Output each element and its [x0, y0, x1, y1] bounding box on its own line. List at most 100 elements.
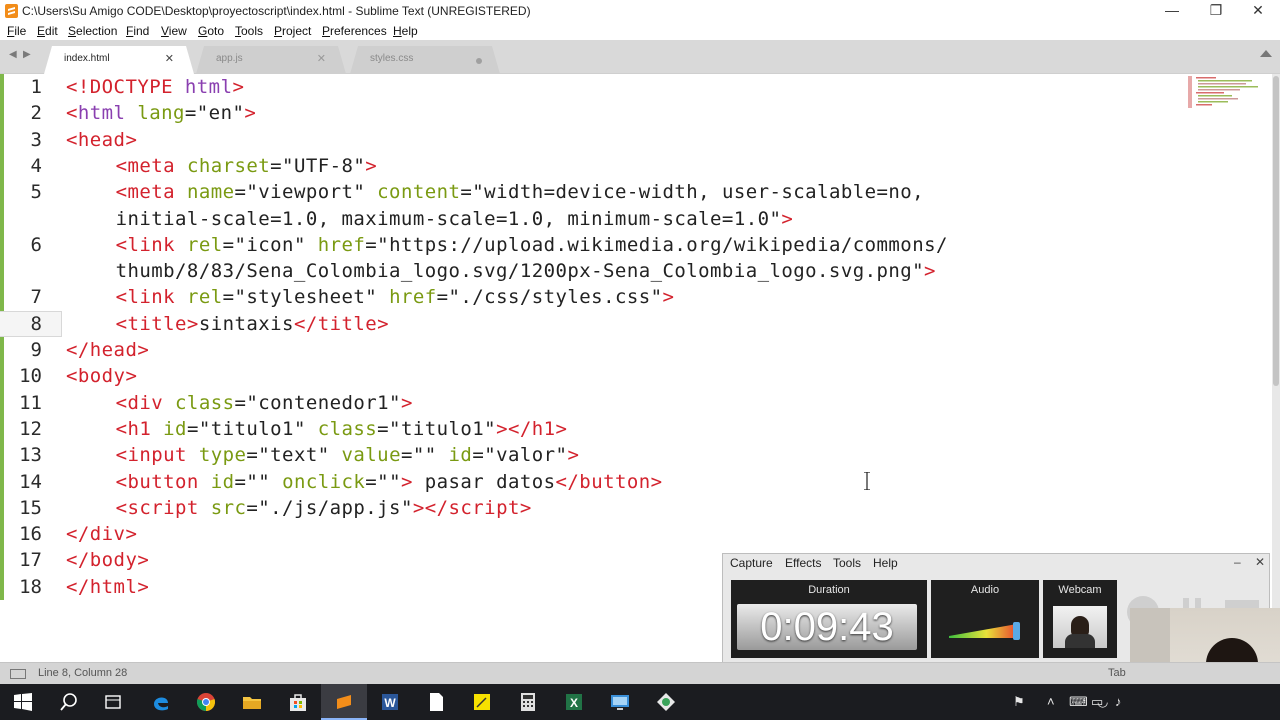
keyboard-icon[interactable]: ⌨: [1069, 694, 1088, 710]
code-text[interactable]: <h1 id="titulo1" class="titulo1"></h1>: [116, 416, 568, 442]
menu-selection[interactable]: Selection: [68, 24, 117, 38]
taskbar-sublime-text[interactable]: [321, 684, 367, 720]
recorder-menu-effects[interactable]: Effects: [785, 556, 821, 570]
wifi-icon[interactable]: ◡: [1097, 694, 1108, 710]
tab-close-icon[interactable]: ✕: [165, 52, 174, 65]
tab-scroll-left-icon[interactable]: ◀: [9, 49, 17, 60]
menu-edit[interactable]: Edit: [37, 24, 58, 38]
code-text[interactable]: <!DOCTYPE html>: [66, 74, 244, 100]
code-text[interactable]: <button id="" onclick=""> pasar datos</b…: [116, 469, 663, 495]
menu-file[interactable]: File: [7, 24, 26, 38]
taskbar-camtasia[interactable]: [643, 684, 689, 720]
code-text[interactable]: <meta charset="UTF-8">: [116, 153, 378, 179]
code-line[interactable]: 5 <meta name="viewport" content="width=de…: [0, 179, 1100, 205]
tab-overflow-icon[interactable]: [1260, 50, 1272, 57]
code-line[interactable]: 6 <link rel="icon" href="https://upload.w…: [0, 232, 1100, 258]
code-text[interactable]: <link rel="stylesheet" href="./css/style…: [116, 284, 675, 310]
code-line[interactable]: 7 <link rel="stylesheet" href="./css/styl…: [0, 284, 1100, 310]
code-line-wrap[interactable]: thumb/8/83/Sena_Colombia_logo.svg/1200px…: [0, 258, 1100, 284]
menu-view[interactable]: View: [161, 24, 187, 38]
recorder-menu-help[interactable]: Help: [873, 556, 898, 570]
scrollbar-thumb[interactable]: [1273, 76, 1279, 386]
code-line[interactable]: 9 </head>: [0, 337, 1100, 363]
tab-app-js[interactable]: app.js ✕: [196, 46, 346, 74]
menu-preferences[interactable]: Preferences: [322, 24, 387, 38]
menu-help[interactable]: Help: [393, 24, 418, 38]
code-text[interactable]: <link rel="icon" href="https://upload.wi…: [116, 232, 948, 258]
taskbar-notepad[interactable]: [413, 684, 459, 720]
recorder-menu-capture[interactable]: Capture: [730, 556, 773, 570]
taskbar-edge[interactable]: [138, 684, 184, 720]
line-number: 7: [30, 286, 42, 309]
code-text[interactable]: initial-scale=1.0, maximum-scale=1.0, mi…: [116, 206, 794, 232]
minimize-button[interactable]: —: [1150, 0, 1194, 22]
volume-icon[interactable]: ♪: [1115, 694, 1122, 709]
tab-styles-css[interactable]: styles.css: [350, 46, 500, 74]
code-text[interactable]: <input type="text" value="" id="valor">: [116, 442, 580, 468]
people-icon[interactable]: ⚑: [1013, 694, 1025, 710]
code-text[interactable]: </body>: [66, 547, 149, 573]
code-line[interactable]: 13 <input type="text" value="" id="valor"…: [0, 442, 1100, 468]
taskbar-store[interactable]: [275, 684, 321, 720]
menu-project[interactable]: Project: [274, 24, 311, 38]
code-line[interactable]: 2 <html lang="en">: [0, 100, 1100, 126]
code-line[interactable]: 15 <script src="./js/app.js"></script>: [0, 495, 1100, 521]
close-window-button[interactable]: ✕: [1236, 0, 1280, 22]
code-line[interactable]: 14 <button id="" onclick=""> pasar datos<…: [0, 469, 1100, 495]
code-line-wrap[interactable]: initial-scale=1.0, maximum-scale=1.0, mi…: [0, 206, 1100, 232]
code-text[interactable]: <meta name="viewport" content="width=dev…: [116, 179, 924, 205]
code-text[interactable]: <head>: [66, 127, 137, 153]
code-text[interactable]: <body>: [66, 363, 137, 389]
code-text[interactable]: </head>: [66, 337, 149, 363]
audio-level-meter[interactable]: [949, 620, 1021, 642]
code-line[interactable]: 10 <body>: [0, 363, 1100, 389]
code-line[interactable]: 3 <head>: [0, 127, 1100, 153]
show-hidden-icons[interactable]: ˄: [1047, 694, 1055, 709]
indentation-setting[interactable]: Tab: [1108, 667, 1126, 679]
tab-scroll-right-icon[interactable]: ▶: [23, 49, 31, 60]
unsaved-dot-icon[interactable]: [476, 58, 482, 64]
menu-tools[interactable]: Tools: [235, 24, 263, 38]
vertical-scrollbar[interactable]: [1272, 74, 1280, 662]
code-line[interactable]: 16 </div>: [0, 521, 1100, 547]
code-line[interactable]: 8 <title>sintaxis</title>: [0, 311, 1100, 337]
code-line[interactable]: 11 <div class="contenedor1">: [0, 390, 1100, 416]
task-view-button[interactable]: [90, 684, 136, 720]
webcam-preview[interactable]: [1053, 606, 1107, 648]
taskbar-word[interactable]: W: [367, 684, 413, 720]
svg-text:X: X: [570, 696, 578, 710]
code-text[interactable]: thumb/8/83/Sena_Colombia_logo.svg/1200px…: [116, 258, 936, 284]
recorder-close-button[interactable]: ✕: [1255, 555, 1265, 569]
search-button[interactable]: [46, 684, 92, 720]
store-bag-icon: [290, 694, 306, 711]
code-line[interactable]: 4 <meta charset="UTF-8">: [0, 153, 1100, 179]
recorder-minimize-button[interactable]: –: [1234, 555, 1241, 569]
taskbar-calculator[interactable]: [505, 684, 551, 720]
code-text[interactable]: </html>: [66, 574, 149, 600]
cursor-position[interactable]: Line 8, Column 28: [38, 667, 127, 679]
menu-goto[interactable]: Goto: [198, 24, 224, 38]
code-text[interactable]: <html lang="en">: [66, 100, 256, 126]
minimap[interactable]: [1188, 76, 1258, 112]
panel-toggle-icon[interactable]: [10, 669, 26, 679]
tab-index-html[interactable]: index.html ✕: [44, 46, 194, 74]
code-line[interactable]: 1 <!DOCTYPE html>: [0, 74, 1100, 100]
search-icon: [60, 693, 77, 711]
taskbar-chrome[interactable]: [183, 684, 229, 720]
taskbar-remote-desktop[interactable]: [597, 684, 643, 720]
recorder-menu-tools[interactable]: Tools: [833, 556, 861, 570]
tab-close-icon[interactable]: ✕: [317, 52, 326, 65]
code-text[interactable]: </div>: [66, 521, 137, 547]
code-line[interactable]: 12 <h1 id="titulo1" class="titulo1"></h1>: [0, 416, 1100, 442]
taskbar-file-explorer[interactable]: [229, 684, 275, 720]
code-text[interactable]: <title>sintaxis</title>: [116, 311, 389, 337]
taskbar-sticky-notes[interactable]: [459, 684, 505, 720]
start-button[interactable]: [0, 684, 46, 720]
taskbar-excel[interactable]: X: [551, 684, 597, 720]
title-bar: C:\Users\Su Amigo CODE\Desktop\proyectos…: [0, 0, 1280, 22]
menu-find[interactable]: Find: [126, 24, 149, 38]
audio-panel: Audio: [931, 580, 1039, 658]
code-text[interactable]: <div class="contenedor1">: [116, 390, 413, 416]
code-text[interactable]: <script src="./js/app.js"></script>: [116, 495, 532, 521]
restore-button[interactable]: ❐: [1194, 0, 1238, 22]
